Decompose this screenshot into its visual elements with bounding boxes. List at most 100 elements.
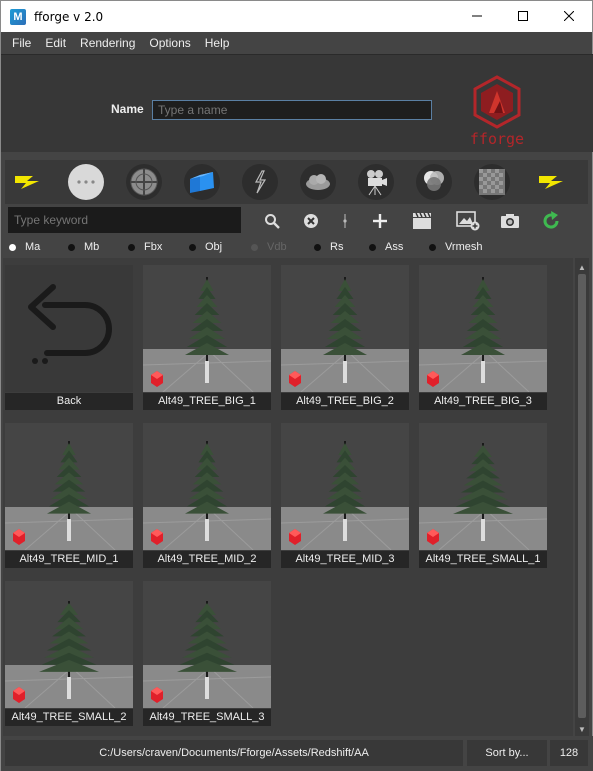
maya-app-icon: M — [10, 8, 26, 25]
tree-render-image — [143, 423, 271, 550]
tree-render-image — [5, 581, 133, 708]
grid-scrollbar[interactable]: ▲ ▼ — [575, 258, 589, 736]
tree-render-image — [143, 265, 271, 392]
tree-thumbnail — [5, 423, 133, 550]
asset-tile[interactable]: Alt49_TREE_SMALL_2 — [5, 581, 133, 728]
asset-label: Alt49_TREE_SMALL_3 — [143, 709, 271, 726]
camera-icon[interactable] — [499, 210, 521, 232]
menu-file[interactable]: File — [5, 36, 38, 50]
maximize-button[interactable] — [500, 1, 546, 31]
format-radio-obj[interactable]: Obj — [189, 238, 222, 256]
app-icon-letter: M — [13, 10, 23, 23]
asset-label: Alt49_TREE_SMALL_2 — [5, 709, 133, 726]
dots-icon[interactable] — [68, 164, 104, 200]
menu-help[interactable]: Help — [198, 36, 237, 50]
format-radio-rs[interactable]: Rs — [314, 238, 343, 256]
asset-tile[interactable]: Alt49_TREE_MID_1 — [5, 423, 133, 570]
format-radio-fbx[interactable]: Fbx — [128, 238, 162, 256]
maximize-icon — [518, 11, 528, 21]
header-panel: Name fforge — [1, 54, 593, 152]
asset-tile[interactable]: Alt49_TREE_BIG_1 — [143, 265, 271, 412]
asset-tile[interactable]: Alt49_TREE_BIG_3 — [419, 265, 547, 412]
close-icon — [564, 11, 574, 21]
divider-icon — [334, 210, 356, 232]
search-toolbar — [5, 206, 588, 236]
thumbnail-size-field[interactable]: 128 — [550, 740, 588, 766]
name-input[interactable] — [152, 100, 432, 120]
asset-tile[interactable]: Alt49_TREE_BIG_2 — [281, 265, 409, 412]
refresh-icon[interactable] — [540, 210, 562, 232]
tree-thumbnail — [143, 581, 271, 708]
minimize-button[interactable] — [454, 1, 500, 31]
tree-render-image — [5, 423, 133, 550]
asset-label: Alt49_TREE_MID_3 — [281, 551, 409, 568]
asset-grid: Back Alt49_TREE_BIG_1 Alt49_TREE_BIG_2 A… — [3, 258, 573, 736]
logo-text: fforge — [470, 130, 524, 147]
keyword-search-input[interactable] — [8, 207, 241, 233]
shelf-icon-bar — [5, 160, 588, 204]
asset-tile[interactable]: Alt49_TREE_SMALL_3 — [143, 581, 271, 728]
format-radio-ma[interactable]: Ma — [9, 238, 40, 256]
format-label: Ass — [385, 241, 404, 253]
asset-tile[interactable]: Alt49_TREE_MID_2 — [143, 423, 271, 570]
sphere-grid-icon[interactable] — [126, 164, 162, 200]
tree-thumbnail — [281, 265, 409, 392]
search-icon[interactable] — [261, 210, 283, 232]
format-radio-vrmesh[interactable]: Vrmesh — [429, 238, 483, 256]
format-label: Vdb — [267, 241, 287, 253]
scroll-up-arrow-icon[interactable]: ▲ — [575, 260, 589, 274]
blue-cubes-icon[interactable] — [184, 164, 220, 200]
image-add-icon[interactable] — [455, 210, 481, 232]
asset-tile[interactable]: Alt49_TREE_MID_3 — [281, 423, 409, 570]
tree-render-image — [143, 581, 271, 708]
tree-render-image — [281, 423, 409, 550]
asset-label: Alt49_TREE_BIG_2 — [281, 393, 409, 410]
clapperboard-icon[interactable] — [411, 210, 433, 232]
checker-icon[interactable] — [474, 164, 510, 200]
asset-tile-back[interactable]: Back — [5, 265, 133, 412]
tree-render-image — [281, 265, 409, 392]
format-radio-group: Ma Mb Fbx Obj Vdb Rs Ass Vrmesh — [1, 238, 593, 256]
format-label: Obj — [205, 241, 223, 253]
status-bar: C:/Users/craven/Documents/Fforge/Assets/… — [1, 736, 593, 771]
format-radio-ass[interactable]: Ass — [369, 238, 403, 256]
scroll-thumb[interactable] — [578, 274, 586, 718]
format-radio-mb[interactable]: Mb — [68, 238, 99, 256]
lightning-icon-right[interactable] — [533, 164, 569, 200]
tree-thumbnail — [281, 423, 409, 550]
fforge-logo: fforge — [467, 75, 527, 148]
window-title: fforge v 2.0 — [34, 9, 104, 24]
tree-render-image — [419, 265, 547, 392]
fforge-logo-icon: fforge — [470, 75, 524, 148]
name-label: Name — [111, 102, 144, 116]
add-icon[interactable] — [369, 210, 391, 232]
format-label: Vrmesh — [445, 241, 483, 253]
menu-rendering[interactable]: Rendering — [73, 36, 142, 50]
tree-thumbnail — [419, 265, 547, 392]
back-thumbnail — [5, 265, 133, 392]
clear-icon[interactable] — [300, 210, 322, 232]
format-label: Mb — [84, 241, 100, 253]
color-wheel-icon[interactable] — [416, 164, 452, 200]
close-button[interactable] — [546, 1, 592, 31]
tree-render-image — [419, 423, 547, 550]
tree-thumbnail — [143, 265, 271, 392]
camera-rig-icon[interactable] — [358, 164, 394, 200]
menu-options[interactable]: Options — [142, 36, 197, 50]
current-path: C:/Users/craven/Documents/Fforge/Assets/… — [5, 740, 463, 766]
tree-thumbnail — [143, 423, 271, 550]
tree-thumbnail — [5, 581, 133, 708]
tree-thumbnail — [419, 423, 547, 550]
format-radio-vdb: Vdb — [251, 238, 287, 256]
minimize-icon — [472, 15, 482, 17]
format-label: Rs — [330, 241, 344, 253]
menu-edit[interactable]: Edit — [38, 36, 73, 50]
menu-bar: File Edit Rendering Options Help — [1, 32, 592, 54]
sort-by-button[interactable]: Sort by... — [467, 740, 547, 766]
cloud-icon[interactable] — [300, 164, 336, 200]
lightning-icon[interactable] — [9, 164, 45, 200]
asset-label: Alt49_TREE_BIG_3 — [419, 393, 547, 410]
scroll-down-arrow-icon[interactable]: ▼ — [575, 722, 589, 736]
lightning-circle-icon[interactable] — [242, 164, 278, 200]
asset-tile[interactable]: Alt49_TREE_SMALL_1 — [419, 423, 547, 570]
